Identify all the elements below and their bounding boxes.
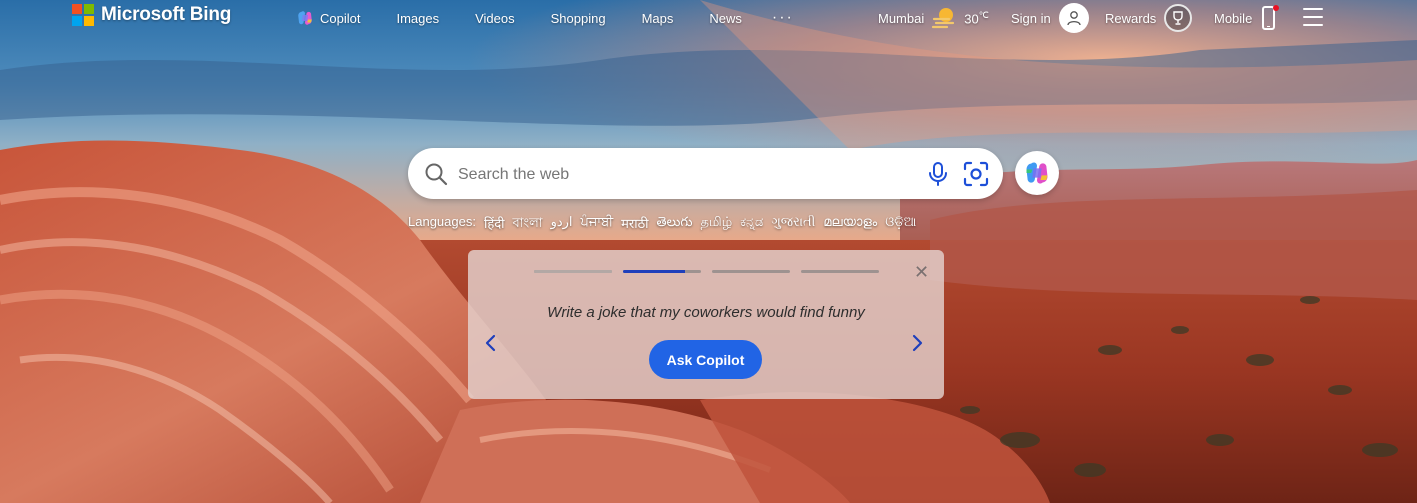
notification-dot (1273, 5, 1280, 11)
search-icon[interactable] (424, 162, 448, 186)
rewards-label: Rewards (1105, 10, 1157, 26)
language-link-malayalam[interactable]: മലയാളം (823, 214, 877, 235)
nav-shopping-label: Shopping (550, 10, 606, 26)
mobile-label: Mobile (1214, 10, 1253, 26)
bing-logo[interactable]: Microsoft Bing (72, 4, 231, 26)
nav-news-label: News (709, 10, 742, 26)
suggestion-prompt: Write a joke that my coworkers would fin… (547, 304, 865, 321)
logo-text: Microsoft Bing (101, 4, 232, 25)
header: Microsoft Bing Copilot Images Videos Sho… (0, 0, 1417, 36)
temperature-value: 30 (964, 11, 979, 27)
nav-images[interactable]: Images (396, 11, 439, 26)
language-link-tamil[interactable]: தமிழ் (700, 214, 732, 235)
language-link-punjabi[interactable]: ਪੰਜਾਬੀ (581, 214, 614, 235)
carousel-progress-segment[interactable] (623, 270, 701, 273)
location-label: Mumbai (878, 10, 925, 26)
nav-more-button[interactable]: ··· (772, 9, 794, 27)
language-link-hindi[interactable]: हिंदी (484, 214, 505, 235)
search-input[interactable] (456, 158, 920, 191)
nav-copilot-label: Copilot (320, 10, 361, 26)
nav-images-label: Images (396, 10, 440, 26)
ask-copilot-button[interactable]: Ask Copilot (649, 340, 762, 379)
close-icon[interactable]: ✕ (914, 263, 929, 281)
chevron-left-icon[interactable] (484, 333, 498, 353)
nav-news[interactable]: News (709, 11, 742, 26)
nav-shopping[interactable]: Shopping (551, 11, 606, 26)
search-box (408, 148, 1003, 199)
copilot-suggestion-card: ✕ Write a joke that my coworkers would f… (468, 250, 944, 399)
language-link-telugu[interactable]: తెలుగు (657, 214, 693, 235)
trophy-icon (1164, 4, 1193, 32)
partly-sunny-icon (932, 8, 955, 29)
visual-search-icon[interactable] (962, 160, 990, 188)
microsoft-logo-icon (72, 4, 94, 26)
nav-copilot[interactable]: Copilot (296, 9, 360, 27)
copilot-icon (1026, 162, 1048, 184)
weather-widget[interactable]: Mumbai 30℃ (878, 0, 989, 36)
nav-maps-label: Maps (641, 10, 674, 26)
sign-in-label: Sign in (1011, 10, 1051, 26)
language-link-urdu[interactable]: اردو (551, 214, 573, 235)
copilot-icon (298, 11, 312, 25)
language-link-gujarati[interactable]: ગુજરાતી (771, 214, 815, 235)
rewards-button[interactable]: Rewards (1105, 0, 1193, 36)
carousel-progress-segment[interactable] (534, 270, 612, 273)
languages-label: Languages: (408, 214, 476, 229)
nav-maps[interactable]: Maps (642, 11, 674, 26)
temperature: 30℃ (964, 10, 989, 26)
chevron-right-icon[interactable] (910, 333, 924, 353)
sign-in-button[interactable]: Sign in (1011, 0, 1089, 36)
temperature-unit: ℃ (978, 9, 989, 20)
language-link-kannada[interactable]: ಕನ್ನಡ (740, 214, 763, 235)
mobile-button[interactable]: Mobile (1214, 0, 1280, 36)
top-nav: Copilot Images Videos Shopping Maps News… (296, 0, 830, 36)
phone-icon (1262, 5, 1280, 30)
person-icon (1058, 3, 1089, 33)
copilot-button[interactable] (1015, 151, 1059, 195)
hamburger-menu-icon[interactable] (1303, 8, 1323, 26)
nav-videos[interactable]: Videos (475, 11, 515, 26)
microphone-icon[interactable] (927, 161, 949, 187)
carousel-progress (534, 270, 879, 273)
language-link-odia[interactable]: ଓଡ଼ିଆ (885, 214, 916, 235)
carousel-progress-segment[interactable] (712, 270, 790, 273)
language-link-bangla[interactable]: বাংলা (513, 214, 543, 235)
language-link-marathi[interactable]: मराठी (621, 214, 648, 235)
nav-videos-label: Videos (475, 10, 515, 26)
languages-bar: Languages: हिंदी বাংলা اردو ਪੰਜਾਬੀ मराठी… (408, 214, 916, 235)
carousel-progress-segment[interactable] (801, 270, 879, 273)
